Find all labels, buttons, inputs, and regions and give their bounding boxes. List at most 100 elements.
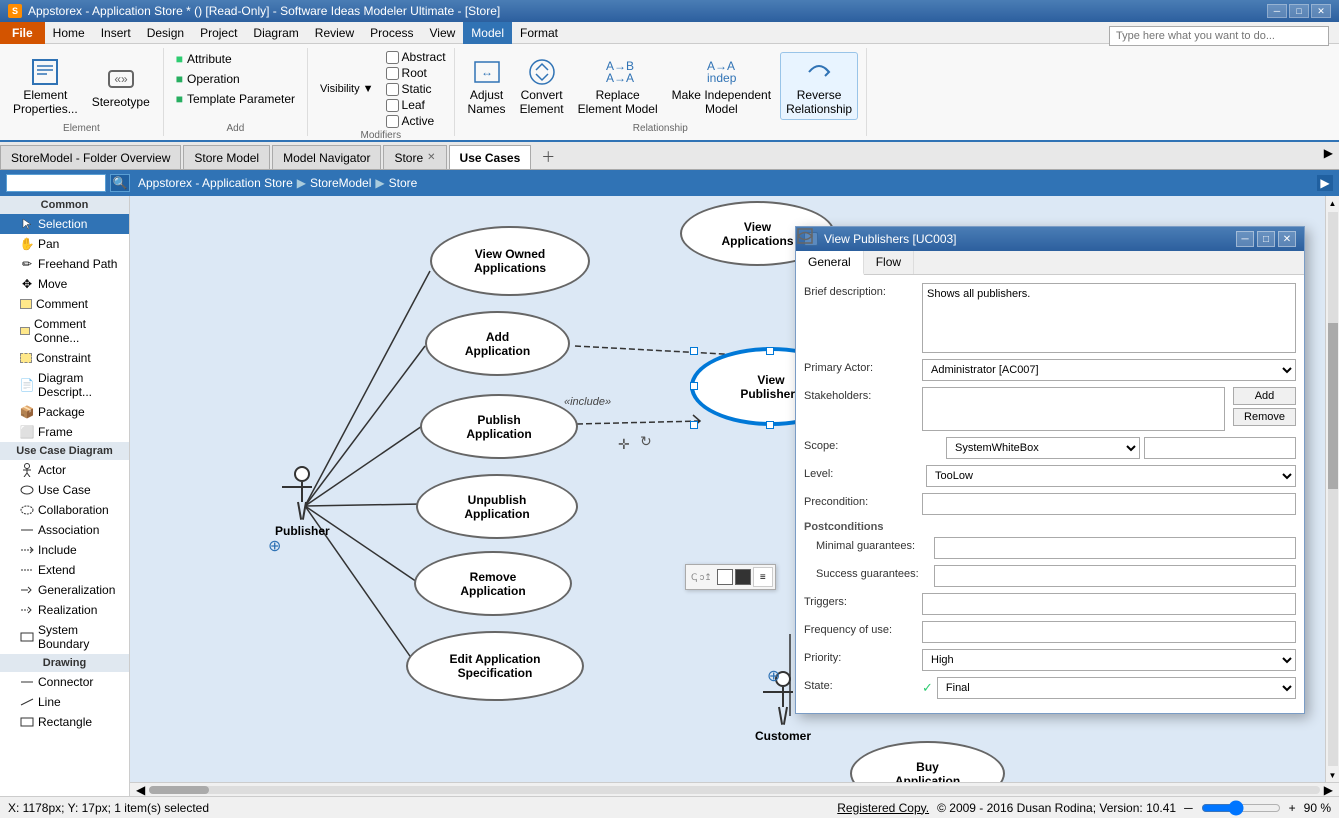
root-checkbox-label[interactable]: Root bbox=[386, 66, 446, 80]
props-tab-general[interactable]: General bbox=[796, 251, 864, 275]
panel-item-diagram-desc[interactable]: 📄 Diagram Descript... bbox=[0, 368, 129, 402]
stereotype-button[interactable]: «» Stereotype bbox=[87, 60, 155, 112]
close-button[interactable]: ✕ bbox=[1311, 4, 1331, 18]
maximize-button[interactable]: □ bbox=[1289, 4, 1309, 18]
zoom-decrease-button[interactable]: ─ bbox=[1184, 801, 1193, 815]
panel-item-rectangle[interactable]: Rectangle bbox=[0, 712, 129, 732]
breadcrumb-appstorex[interactable]: Appstorex - Application Store bbox=[138, 176, 293, 190]
menu-file[interactable]: File bbox=[0, 22, 45, 44]
usecase-add-application[interactable]: AddApplication bbox=[425, 311, 570, 376]
canvas[interactable]: View OwnedApplications AddApplication Pu… bbox=[130, 196, 1325, 782]
panel-item-package[interactable]: 📦 Package bbox=[0, 402, 129, 422]
static-checkbox[interactable] bbox=[386, 83, 399, 96]
menu-model[interactable]: Model bbox=[463, 22, 512, 44]
usecase-unpublish-application[interactable]: UnpublishApplication bbox=[416, 474, 578, 539]
frequency-input[interactable] bbox=[922, 621, 1296, 643]
panel-item-realization[interactable]: Realization bbox=[0, 600, 129, 620]
add-element-button-1[interactable]: ⊕ bbox=[268, 536, 281, 556]
panel-item-association[interactable]: Association bbox=[0, 520, 129, 540]
tab-store-close[interactable]: ✕ bbox=[427, 152, 435, 163]
replace-element-model-button[interactable]: A→BA→A ReplaceElement Model bbox=[573, 53, 663, 119]
stakeholders-remove-button[interactable]: Remove bbox=[1233, 408, 1296, 426]
tab-expand-button[interactable]: ▶ bbox=[1324, 146, 1333, 160]
triggers-input[interactable] bbox=[922, 593, 1296, 615]
menu-insert[interactable]: Insert bbox=[93, 22, 139, 44]
template-param-button[interactable]: ■ Template Parameter bbox=[172, 90, 299, 108]
add-tab-button[interactable]: ＋ bbox=[533, 145, 563, 169]
panel-item-pan[interactable]: ✋ Pan bbox=[0, 234, 129, 254]
leaf-checkbox[interactable] bbox=[386, 99, 399, 112]
element-properties-button[interactable]: ElementProperties... bbox=[8, 53, 83, 119]
state-select[interactable]: Final bbox=[937, 677, 1296, 699]
attribute-button[interactable]: ■ Attribute bbox=[172, 50, 236, 68]
props-minimize-button[interactable]: ─ bbox=[1236, 231, 1254, 247]
props-maximize-button[interactable]: □ bbox=[1257, 231, 1275, 247]
breadcrumb-search-input[interactable] bbox=[6, 174, 106, 192]
menu-format[interactable]: Format bbox=[512, 22, 566, 44]
leaf-checkbox-label[interactable]: Leaf bbox=[386, 98, 446, 112]
level-select[interactable]: TooLow bbox=[926, 465, 1296, 487]
panel-item-frame[interactable]: ⬜ Frame bbox=[0, 422, 129, 442]
tab-store-model[interactable]: Store Model bbox=[183, 145, 270, 169]
menu-diagram[interactable]: Diagram bbox=[245, 22, 306, 44]
menu-process[interactable]: Process bbox=[362, 22, 421, 44]
panel-item-connector[interactable]: Connector bbox=[0, 672, 129, 692]
panel-item-usecase[interactable]: Use Case bbox=[0, 480, 129, 500]
precondition-input[interactable] bbox=[922, 493, 1296, 515]
panel-item-generalization[interactable]: Generalization bbox=[0, 580, 129, 600]
visibility-dropdown-button[interactable]: Visibility ▼ bbox=[316, 81, 377, 97]
menu-design[interactable]: Design bbox=[139, 22, 192, 44]
minimal-guarantees-input[interactable] bbox=[934, 537, 1296, 559]
actor-publisher[interactable]: Publisher bbox=[275, 466, 330, 538]
breadcrumb-expand-button[interactable]: ▶ bbox=[1317, 175, 1333, 191]
diagram-scroll-right[interactable]: ▲ ▼ bbox=[1325, 196, 1339, 782]
add-element-button-2[interactable]: ⊕ bbox=[767, 666, 780, 686]
scope-select[interactable]: SystemWhiteBox bbox=[946, 437, 1140, 459]
reverse-relationship-button[interactable]: ReverseRelationship bbox=[780, 52, 858, 120]
panel-item-freehand[interactable]: ✏ Freehand Path bbox=[0, 254, 129, 274]
panel-item-comment[interactable]: Comment bbox=[0, 294, 129, 314]
convert-element-button[interactable]: ConvertElement bbox=[515, 53, 569, 119]
zoom-increase-button[interactable]: + bbox=[1289, 801, 1296, 815]
scroll-down-button[interactable]: ▼ bbox=[1326, 768, 1339, 782]
root-checkbox[interactable] bbox=[386, 67, 399, 80]
stakeholders-add-button[interactable]: Add bbox=[1233, 387, 1296, 405]
abstract-checkbox-label[interactable]: Abstract bbox=[386, 50, 446, 64]
active-checkbox-label[interactable]: Active bbox=[386, 114, 446, 128]
operation-button[interactable]: ■ Operation bbox=[172, 70, 244, 88]
scroll-track-v[interactable] bbox=[1328, 212, 1338, 766]
abstract-checkbox[interactable] bbox=[386, 51, 399, 64]
panel-item-line[interactable]: Line bbox=[0, 692, 129, 712]
breadcrumb-store[interactable]: Store bbox=[389, 176, 418, 190]
active-checkbox[interactable] bbox=[386, 115, 399, 128]
static-checkbox-label[interactable]: Static bbox=[386, 82, 446, 96]
usecase-remove-application[interactable]: RemoveApplication bbox=[414, 551, 572, 616]
panel-item-actor[interactable]: Actor bbox=[0, 460, 129, 480]
float-swatch-white[interactable] bbox=[717, 569, 733, 585]
priority-select[interactable]: High bbox=[922, 649, 1296, 671]
tab-model-navigator[interactable]: Model Navigator bbox=[272, 145, 381, 169]
breadcrumb-storemodel[interactable]: StoreModel bbox=[310, 176, 371, 190]
make-independent-model-button[interactable]: A→Aindep Make IndependentModel bbox=[667, 53, 776, 119]
float-swatch-black[interactable] bbox=[735, 569, 751, 585]
props-close-button[interactable]: ✕ bbox=[1278, 231, 1296, 247]
search-input[interactable] bbox=[1109, 26, 1329, 46]
panel-item-collaboration[interactable]: Collaboration bbox=[0, 500, 129, 520]
tab-store[interactable]: Store ✕ bbox=[383, 145, 446, 169]
scope-text-input[interactable] bbox=[1144, 437, 1296, 459]
zoom-slider[interactable] bbox=[1201, 800, 1281, 816]
scroll-thumb-h[interactable] bbox=[149, 786, 209, 794]
primary-actor-select[interactable]: Administrator [AC007] bbox=[922, 359, 1296, 381]
usecase-publish-application[interactable]: PublishApplication bbox=[420, 394, 578, 459]
brief-description-input[interactable]: Shows all publishers. bbox=[922, 283, 1296, 353]
scroll-left-button[interactable]: ◀ bbox=[132, 783, 149, 797]
canvas-scroll-h[interactable]: ◀ ▶ bbox=[130, 782, 1339, 796]
panel-item-constraint[interactable]: Constraint bbox=[0, 348, 129, 368]
panel-item-include[interactable]: Include bbox=[0, 540, 129, 560]
scroll-up-button[interactable]: ▲ bbox=[1326, 196, 1339, 210]
title-bar-buttons[interactable]: ─ □ ✕ bbox=[1267, 4, 1331, 18]
usecase-edit-app-spec[interactable]: Edit ApplicationSpecification bbox=[406, 631, 584, 701]
usecase-buy-application[interactable]: BuyApplication bbox=[850, 741, 1005, 782]
panel-item-move[interactable]: ✥ Move bbox=[0, 274, 129, 294]
scroll-right-button[interactable]: ▶ bbox=[1320, 783, 1337, 797]
